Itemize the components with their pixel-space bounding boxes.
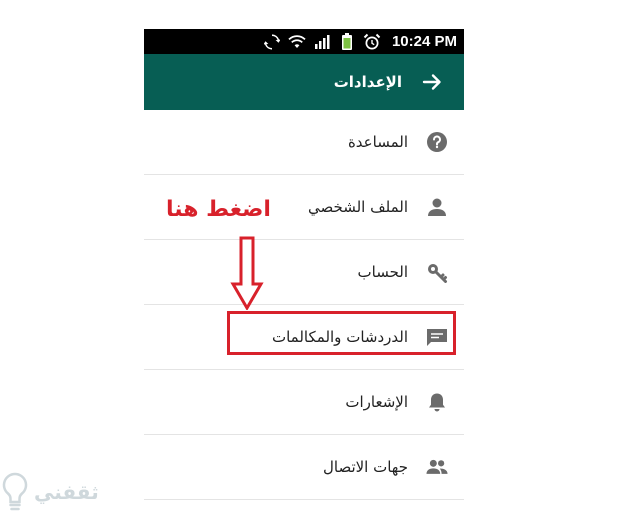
- settings-item-notifications[interactable]: الإشعارات: [144, 370, 464, 435]
- page-title: الإعدادات: [333, 73, 402, 91]
- settings-item-label: الملف الشخصي: [308, 198, 408, 216]
- wifi-icon: [288, 33, 306, 51]
- watermark-text: ثقفني: [34, 480, 99, 504]
- sync-icon: [263, 33, 281, 51]
- settings-list: المساعدة الملف الشخصي الحساب الدردشات وا…: [144, 110, 464, 500]
- arrow-back-icon[interactable]: [420, 70, 444, 94]
- status-time: 10:24 PM: [391, 33, 457, 50]
- settings-item-label: جهات الاتصال: [322, 458, 408, 476]
- bell-icon: [426, 391, 448, 413]
- arrow-down-annotation: [230, 236, 264, 310]
- person-icon: [426, 196, 448, 218]
- key-icon: [426, 261, 448, 283]
- phone-screen: 10:24 PM الإعدادات المساعدة الملف الشخصي…: [144, 29, 464, 521]
- help-icon: [426, 131, 448, 153]
- watermark-logo: ثقفني: [0, 468, 110, 516]
- highlight-box: [227, 311, 456, 355]
- app-bar: الإعدادات: [144, 54, 464, 110]
- battery-icon: [338, 32, 356, 51]
- settings-item-label: الحساب: [357, 263, 409, 281]
- settings-item-account[interactable]: الحساب: [144, 240, 464, 305]
- alarm-icon: [363, 33, 381, 51]
- signal-icon: [313, 33, 331, 51]
- settings-item-label: الإشعارات: [345, 393, 408, 411]
- settings-item-contacts[interactable]: جهات الاتصال: [144, 435, 464, 500]
- settings-item-help[interactable]: المساعدة: [144, 110, 464, 175]
- status-bar: 10:24 PM: [144, 29, 464, 54]
- lightbulb-icon: [2, 472, 28, 511]
- contacts-icon: [426, 456, 448, 478]
- annotation-text: اضغط هنا: [166, 197, 271, 222]
- settings-item-label: المساعدة: [347, 133, 408, 151]
